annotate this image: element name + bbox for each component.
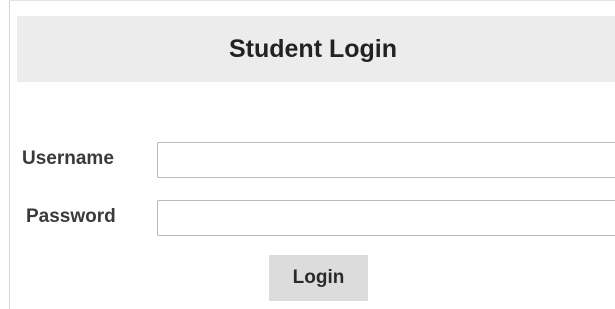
- password-label: Password: [26, 206, 116, 227]
- top-border: [9, 0, 615, 1]
- username-label: Username: [22, 148, 114, 169]
- page-title: Student Login: [228, 34, 398, 63]
- login-page: Student Login Username Password Login: [0, 0, 615, 309]
- login-header: Student Login: [17, 16, 615, 82]
- login-button[interactable]: Login: [269, 255, 368, 301]
- username-input[interactable]: [157, 142, 615, 178]
- left-border: [9, 0, 10, 309]
- password-input[interactable]: [157, 200, 615, 236]
